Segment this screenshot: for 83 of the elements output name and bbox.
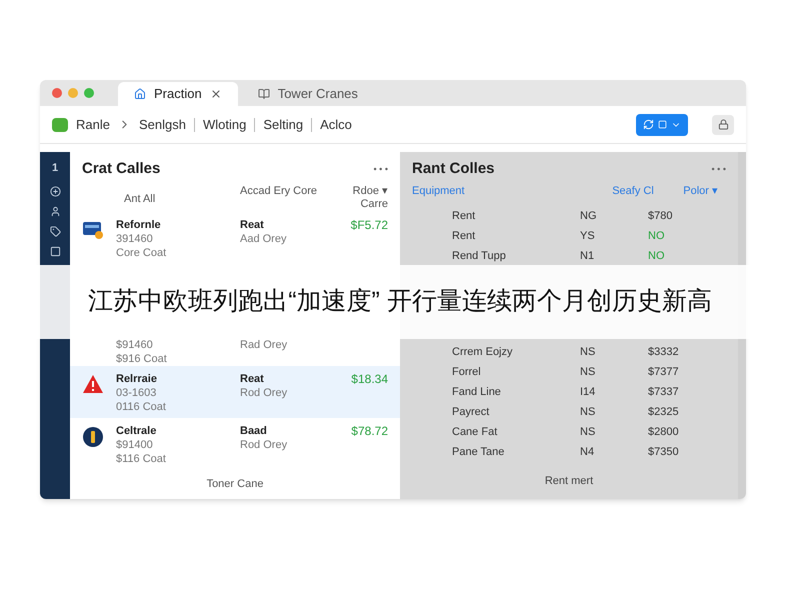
table-cell-text: $780: [648, 209, 674, 224]
column-header: Accad Ery Core: [240, 184, 318, 198]
close-icon[interactable]: [210, 88, 222, 100]
card-icon: [82, 220, 104, 240]
refresh-button[interactable]: [636, 114, 688, 136]
table-cell-text: Pane Tane: [452, 445, 506, 460]
table-cell-text: $2800: [648, 425, 680, 440]
table-cell-text: NO: [648, 229, 666, 244]
table-cell-text: Payrect: [452, 405, 490, 420]
breadcrumb-item[interactable]: Wloting: [202, 114, 246, 134]
item-note: Rod Orey: [240, 386, 288, 400]
table-cell-text: Cane Fat: [452, 425, 498, 440]
lock-icon: [718, 119, 728, 130]
tag-icon[interactable]: [50, 226, 60, 236]
item-status: Reat: [240, 218, 265, 232]
table-cell-text: NS: [580, 405, 596, 420]
table-cell-text: I14: [580, 385, 596, 400]
item-note: Rad Orey: [240, 338, 288, 352]
item-note: Rod Orey: [240, 438, 288, 452]
item-code: $91400: [116, 438, 154, 452]
panel-footer: Rent mert: [544, 472, 594, 489]
table-cell-text: Crrem Eojzy: [452, 345, 514, 360]
app-icon: [52, 118, 68, 132]
item-status: Reat: [240, 372, 265, 386]
tab[interactable]: Tower Cranes: [242, 82, 374, 106]
sidebar-number: 1: [52, 161, 58, 176]
item-cost: 0116 Coat: [116, 400, 167, 414]
lock-button[interactable]: [712, 114, 734, 134]
column-header: Ant All: [123, 192, 156, 206]
table-cell-text: NS: [580, 345, 596, 360]
refresh-icon: [643, 119, 654, 130]
panel-footer: Toner Cane: [206, 476, 264, 493]
table-cell-text: NS: [580, 365, 596, 380]
item-cost: Core Coat: [116, 246, 168, 260]
square-icon[interactable]: [50, 246, 60, 256]
plus-icon[interactable]: [50, 186, 60, 196]
list-row[interactable]: Relrraie 03-1603 0116 Coat Reat Rod Orey $18.34: [70, 366, 400, 418]
table-cell-text: Fand Line: [452, 385, 502, 400]
more-menu[interactable]: • • •: [374, 162, 388, 176]
panel-title: Rant Colles: [412, 159, 495, 179]
item-cost: $916 Coat: [116, 352, 168, 366]
table-cell-text: $7337: [648, 385, 680, 400]
item-code: $91460: [116, 338, 154, 352]
tab[interactable]: Praction: [118, 82, 238, 106]
item-cost: $116 Coat: [116, 452, 167, 466]
panel-title: Crat Calles: [82, 159, 160, 179]
warning-icon: [82, 374, 104, 394]
more-menu[interactable]: • • •: [712, 162, 726, 176]
item-code: 03-1603: [116, 386, 158, 400]
table-cell-text: Rent: [452, 209, 476, 224]
item-name: Celtrale: [116, 424, 158, 438]
breadcrumb-item[interactable]: Ranle: [76, 114, 110, 134]
table-cell-text: YS: [580, 229, 596, 244]
table-cell-text: Rend Tupp: [452, 249, 507, 264]
person-icon[interactable]: [50, 206, 60, 216]
square-icon: [658, 120, 667, 129]
table-cell-text: $2325: [648, 405, 680, 420]
table-cell-text: NG: [580, 209, 598, 224]
home-icon: [134, 88, 146, 100]
breadcrumb-item[interactable]: Selting: [263, 114, 304, 134]
item-status: Baad: [240, 424, 268, 438]
item-name: Refornle: [116, 218, 162, 232]
breadcrumb-item[interactable]: Aclco: [320, 114, 352, 134]
table-cell-text: $7350: [648, 445, 680, 460]
column-header: Rdoe ▾ Carre: [352, 184, 388, 212]
item-note: Aad Orey: [240, 232, 288, 246]
item-price: $78.72: [350, 424, 388, 438]
item-price: $F5.72: [350, 218, 388, 232]
table-cell-text: NO: [648, 249, 666, 264]
table-cell-text: Forrel: [452, 365, 482, 380]
headline: 江苏中欧班列跑出“加速度” 开行量连续两个月创历史新高: [88, 286, 712, 318]
table-cell-text: $3332: [648, 345, 680, 360]
table-cell-text: $7377: [648, 365, 680, 380]
book-icon: [258, 88, 270, 100]
breadcrumb-item[interactable]: Senlgsh: [138, 114, 186, 134]
item-code: 391460: [116, 232, 154, 246]
info-icon: [82, 426, 104, 448]
table-cell-text: NS: [580, 425, 596, 440]
item-price: $18.34: [350, 372, 388, 386]
table-cell-text: N4: [580, 445, 596, 460]
table-cell-text: Rent: [452, 229, 476, 244]
table-cell-text: N1: [580, 249, 596, 264]
item-name: Relrraie: [116, 372, 158, 386]
